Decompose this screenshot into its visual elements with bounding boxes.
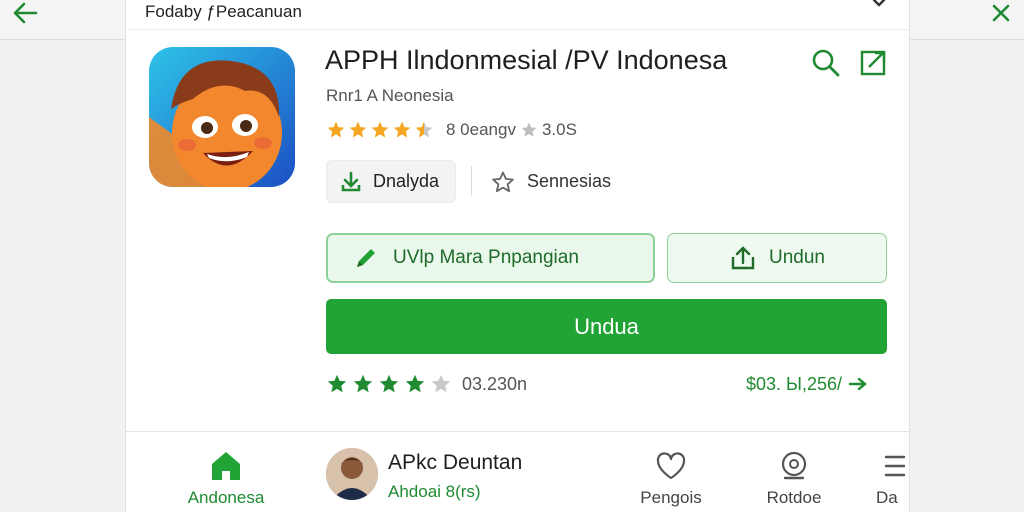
nav-home-label: Andonesa (187, 488, 265, 507)
primary-download-button[interactable]: Undua (326, 299, 887, 354)
featured-app-sub: Ahdoai 8(rs) (388, 482, 481, 501)
star-icon (431, 374, 451, 393)
back-arrow-icon (13, 2, 38, 24)
app-detail-panel: Fodaby ƒPeacanuan APPH Ilndonmesial /PV … (125, 0, 910, 512)
app-title: APPH Ilndonmesial /PV Indonesa (325, 45, 728, 75)
summary-rating-count: 03.230n (462, 373, 528, 394)
star-icon (327, 374, 347, 393)
chevron-down-icon[interactable] (870, 0, 888, 10)
star-icon (327, 121, 345, 138)
rating-secondary: 3.0S (541, 120, 577, 139)
undun-button[interactable]: Undun (667, 233, 887, 283)
nav-pengois[interactable]: Pengois (621, 447, 721, 507)
edit-button-label: UVlp Mara Pnpangian (393, 247, 579, 268)
primary-button-label: Undua (574, 313, 639, 339)
search-icon[interactable] (811, 48, 841, 78)
back-button[interactable] (10, 0, 40, 26)
price-link[interactable]: $03. Ы,256/ (746, 372, 868, 396)
star-icon (415, 121, 433, 138)
star-icon (393, 121, 411, 138)
app-rating: 8 0eangv 3.0S (326, 119, 577, 141)
pencil-icon (357, 249, 375, 267)
app-icon (149, 47, 295, 187)
star-icon (353, 374, 373, 393)
star-icon (521, 122, 537, 137)
heart-icon (656, 452, 686, 480)
star-icon (371, 121, 389, 138)
panel-header-title: Fodaby ƒPeacanuan (145, 2, 302, 21)
download-chip[interactable]: Dnalyda (326, 160, 456, 203)
download-icon (341, 171, 361, 191)
panel-header: Fodaby ƒPeacanuan (126, 0, 909, 30)
close-button[interactable] (986, 0, 1016, 26)
upload-icon (731, 246, 755, 270)
star-icon (405, 374, 425, 393)
nav-da[interactable]: Da (876, 447, 909, 509)
undun-button-label: Undun (769, 247, 825, 268)
nav-home[interactable]: Andonesa (176, 447, 276, 507)
chat-icon (781, 451, 807, 480)
favorite-chip[interactable]: Sennesias (491, 160, 611, 203)
edit-button[interactable]: UVlp Mara Pnpangian (326, 233, 655, 283)
featured-app-name[interactable]: APkc Deuntan (388, 451, 522, 475)
close-icon (992, 4, 1010, 22)
rating-text: 8 0eangv (446, 120, 516, 139)
home-icon (212, 452, 240, 480)
nav-rotdoe-label: Rotdoe (766, 488, 822, 507)
arrow-right-icon (848, 377, 867, 391)
nav-pengois-label: Pengois (640, 488, 702, 507)
app-developer: Rnr1 A Neonesia (326, 86, 454, 105)
favorite-chip-label: Sennesias (527, 171, 612, 191)
nav-rotdoe[interactable]: Rotdoe (744, 447, 844, 507)
menu-icon (884, 455, 906, 477)
avatar[interactable] (326, 448, 378, 500)
summary-stars (326, 373, 456, 395)
chip-divider (471, 166, 472, 196)
star-icon (349, 121, 367, 138)
download-chip-label: Dnalyda (373, 171, 440, 191)
nav-da-label: Da (876, 488, 898, 507)
price-text: $03. Ы,256/ (746, 373, 843, 394)
star-outline-icon (492, 171, 514, 192)
summary-rating: 03.230n (326, 372, 527, 396)
rating-stars (326, 120, 436, 140)
star-icon (379, 374, 399, 393)
bottom-divider (126, 431, 909, 432)
share-icon[interactable] (859, 48, 889, 78)
